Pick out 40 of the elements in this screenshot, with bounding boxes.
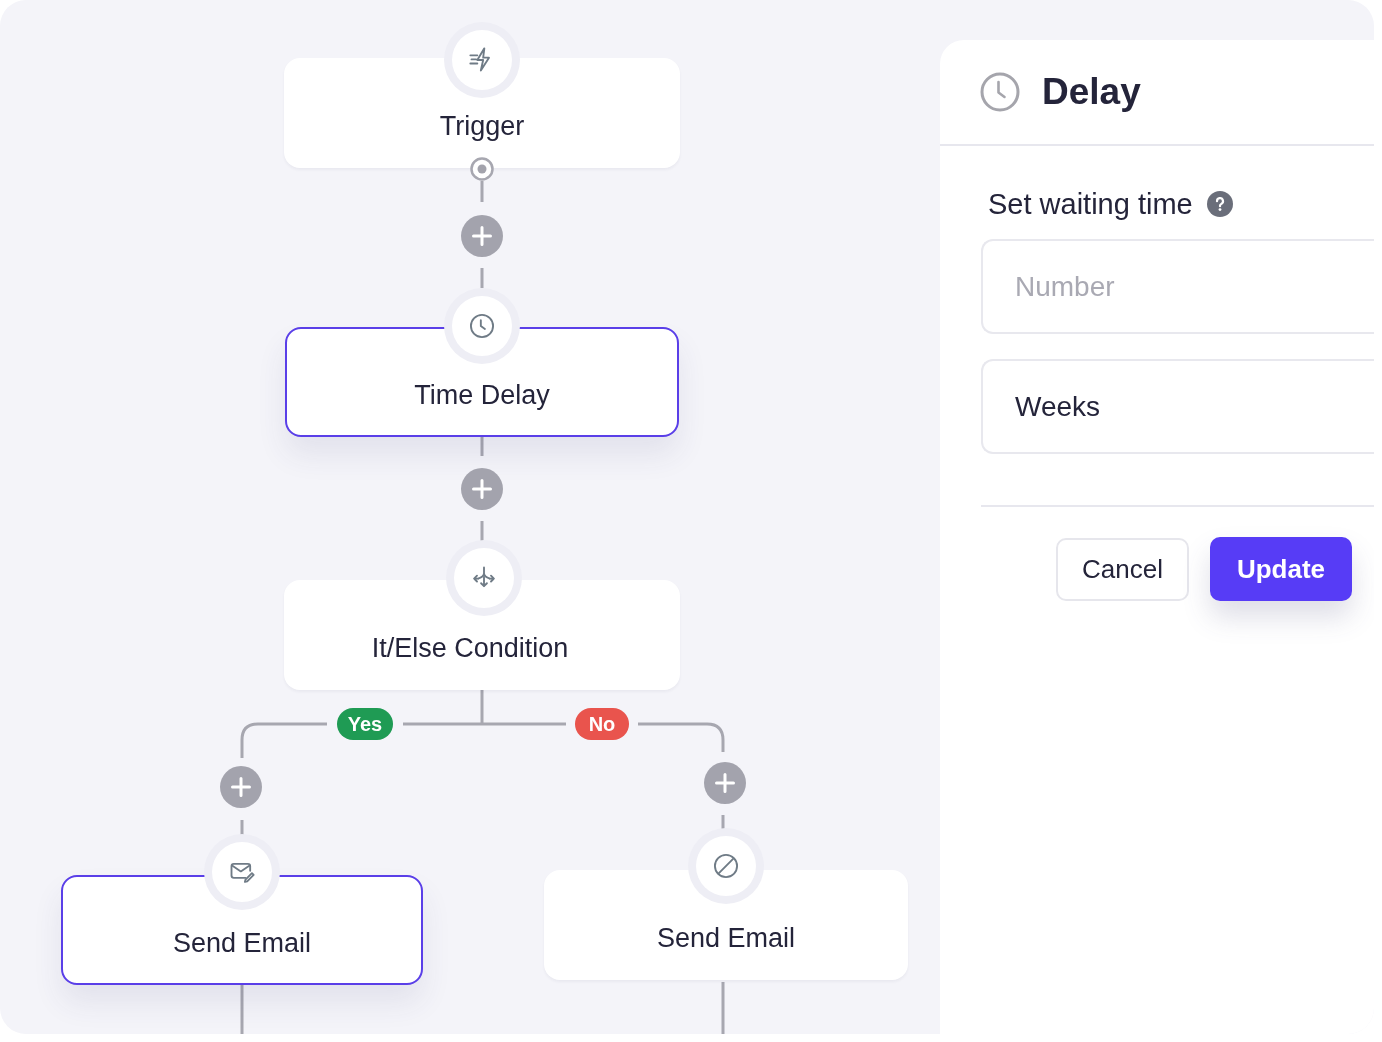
flow-node[interactable]: Send Email (61, 875, 423, 985)
prohibited-icon (688, 828, 764, 904)
unit-select[interactable]: Weeks (981, 359, 1374, 454)
flow-node[interactable]: Trigger (284, 58, 680, 168)
connector-line (240, 985, 244, 1034)
plus-icon (231, 777, 251, 797)
node-label: Time Delay (414, 379, 550, 411)
branch-badge: No (575, 708, 629, 740)
clock-icon (980, 72, 1020, 112)
split-arrows-icon (446, 540, 522, 616)
field-label: Set waiting time (988, 187, 1193, 222)
add-step-button[interactable] (461, 215, 503, 257)
flow-node[interactable]: Send Email (544, 870, 908, 980)
plus-icon (715, 773, 735, 793)
connector-line (480, 437, 484, 456)
flow-node[interactable]: It/Else Condition (284, 580, 680, 690)
panel-title: Delay (1042, 70, 1141, 114)
port-icon (470, 157, 494, 181)
plus-icon (472, 226, 492, 246)
add-step-button[interactable] (704, 762, 746, 804)
add-step-button[interactable] (461, 468, 503, 510)
number-input[interactable]: Number (981, 239, 1374, 334)
help-icon[interactable] (1206, 191, 1233, 217)
connector-line (480, 521, 484, 541)
lightning-icon (444, 22, 520, 98)
plus-icon (472, 479, 492, 499)
connector-line (480, 181, 484, 202)
clock-icon (444, 288, 520, 364)
update-button[interactable]: Update (1210, 537, 1352, 601)
cancel-button[interactable]: Cancel (1056, 538, 1189, 601)
node-label: Send Email (656, 922, 796, 954)
connector-line (480, 268, 484, 288)
add-step-button[interactable] (220, 766, 262, 808)
envelope-pencil-icon (204, 834, 280, 910)
flow-node[interactable]: Time Delay (285, 327, 679, 437)
node-label: Send Email (172, 927, 312, 959)
node-label: Trigger (439, 110, 525, 142)
branch-badge: Yes (337, 708, 393, 740)
node-label: It/Else Condition (371, 632, 569, 664)
connector-line (721, 982, 725, 1034)
